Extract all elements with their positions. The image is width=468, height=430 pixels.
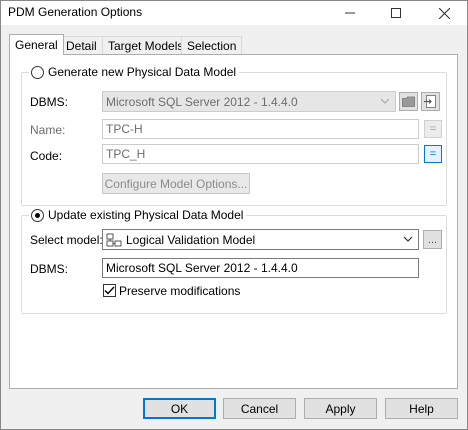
maximize-icon	[391, 8, 401, 18]
close-icon	[438, 7, 450, 19]
update-dbms-field[interactable]: Microsoft SQL Server 2012 - 1.4.4.0	[102, 258, 419, 278]
tab-general[interactable]: General	[9, 34, 64, 55]
minimize-icon	[345, 12, 355, 14]
name-equals-button[interactable]: =	[424, 120, 442, 138]
generate-name-field[interactable]: TPC-H	[102, 119, 419, 139]
generate-new-label: Generate new Physical Data Model	[48, 65, 237, 79]
configure-model-options-button[interactable]: Configure Model Options...	[102, 173, 250, 194]
model-icon	[106, 233, 122, 247]
tab-selection[interactable]: Selection	[181, 36, 243, 54]
code-equals-button[interactable]: =	[424, 145, 442, 163]
tab-detail[interactable]: Detail	[60, 36, 103, 54]
tab-target-models[interactable]: Target Models	[102, 36, 190, 54]
chevron-down-icon	[379, 95, 391, 107]
preserve-modifications-label: Preserve modifications	[119, 284, 241, 298]
generate-new-legend[interactable]: Generate new Physical Data Model	[29, 65, 240, 79]
generate-dbms-label: DBMS:	[30, 95, 69, 109]
chevron-down-icon	[402, 233, 414, 245]
cancel-button[interactable]: Cancel	[223, 398, 296, 419]
folder-icon	[402, 96, 415, 107]
maximize-button[interactable]	[373, 1, 419, 25]
window-title: PDM Generation Options	[8, 5, 143, 19]
close-button[interactable]	[421, 1, 467, 25]
pdm-generation-options-dialog: PDM Generation Options General Detail Ta…	[0, 0, 468, 430]
generate-dbms-value: Microsoft SQL Server 2012 - 1.4.4.0	[106, 94, 298, 109]
preserve-modifications-checkbox[interactable]	[103, 284, 116, 297]
ok-button[interactable]: OK	[143, 398, 216, 419]
update-dbms-label: DBMS:	[30, 262, 69, 276]
update-existing-label: Update existing Physical Data Model	[48, 208, 244, 222]
help-button[interactable]: Help	[385, 398, 458, 419]
generate-code-field[interactable]: TPC_H	[102, 144, 419, 164]
generate-name-label: Name:	[30, 123, 66, 137]
update-existing-legend[interactable]: Update existing Physical Data Model	[29, 208, 247, 222]
generate-dbms-combo[interactable]: Microsoft SQL Server 2012 - 1.4.4.0	[102, 91, 396, 112]
checkmark-icon	[104, 286, 115, 295]
properties-icon	[424, 95, 436, 108]
general-tab-panel: Generate new Physical Data Model DBMS: M…	[9, 54, 458, 389]
select-model-value: Logical Validation Model	[126, 232, 256, 247]
generate-code-label: Code:	[30, 149, 63, 163]
title-bar: PDM Generation Options	[1, 1, 467, 25]
select-model-label: Select model:	[30, 233, 103, 247]
properties-button[interactable]	[421, 92, 440, 111]
apply-button[interactable]: Apply	[304, 398, 377, 419]
update-existing-radio[interactable]	[31, 208, 44, 222]
browse-folder-button[interactable]	[399, 92, 418, 111]
browse-model-button[interactable]: ...	[423, 230, 442, 249]
select-model-combo[interactable]: Logical Validation Model	[102, 229, 419, 250]
minimize-button[interactable]	[327, 1, 373, 25]
generate-new-radio[interactable]	[31, 65, 44, 79]
